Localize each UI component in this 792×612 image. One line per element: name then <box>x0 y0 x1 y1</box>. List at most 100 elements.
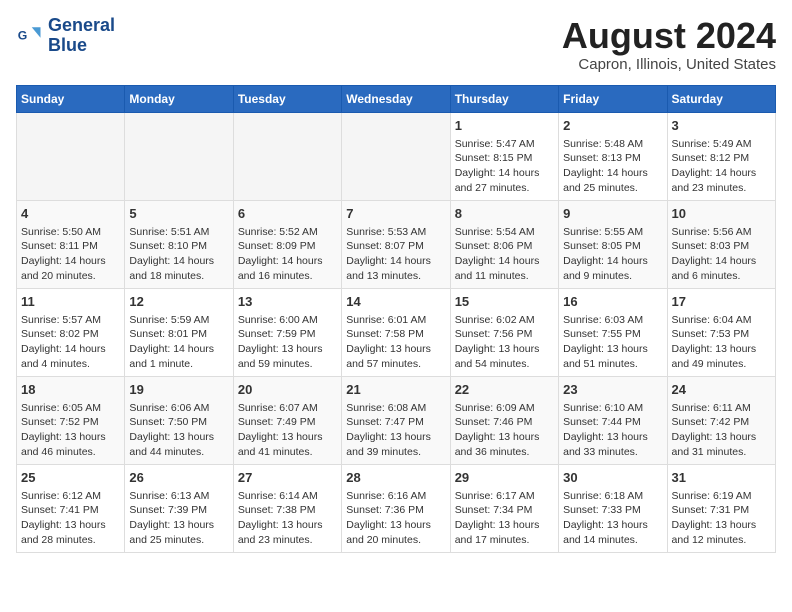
calendar-table: SundayMondayTuesdayWednesdayThursdayFrid… <box>16 85 776 553</box>
logo-line2: Blue <box>48 36 115 56</box>
day-number: 6 <box>238 205 337 223</box>
day-info: Sunrise: 6:01 AM Sunset: 7:58 PM Dayligh… <box>346 314 431 370</box>
calendar-cell: 31Sunrise: 6:19 AM Sunset: 7:31 PM Dayli… <box>667 464 775 552</box>
column-header-sunday: Sunday <box>17 85 125 112</box>
column-header-saturday: Saturday <box>667 85 775 112</box>
week-row-3: 11 Sunrise: 5:57 AM Sunset: 8:02 PM Dayli… <box>17 288 776 376</box>
day-number: 12 <box>129 293 228 311</box>
day-number: 2 <box>563 117 662 135</box>
day-number: 14 <box>346 293 445 311</box>
day-info: Sunrise: 6:12 AM Sunset: 7:41 PM Dayligh… <box>21 490 106 546</box>
day-info: Sunrise: 5:54 AM Sunset: 8:06 PM Dayligh… <box>455 226 540 282</box>
day-number: 5 <box>129 205 228 223</box>
calendar-cell: 17 Sunrise: 6:04 AM Sunset: 7:53 PM Dayli… <box>667 288 775 376</box>
day-number: 30 <box>563 469 662 487</box>
day-info: Sunrise: 6:03 AM Sunset: 7:55 PM Dayligh… <box>563 314 648 370</box>
column-header-tuesday: Tuesday <box>233 85 341 112</box>
calendar-cell <box>17 112 125 200</box>
day-info: Sunrise: 6:05 AM Sunset: 7:52 PM Dayligh… <box>21 402 106 458</box>
calendar-cell: 18 Sunrise: 6:05 AM Sunset: 7:52 PM Dayli… <box>17 376 125 464</box>
day-info: Sunrise: 6:04 AM Sunset: 7:53 PM Dayligh… <box>672 314 757 370</box>
day-info: Sunrise: 5:50 AM Sunset: 8:11 PM Dayligh… <box>21 226 106 282</box>
day-number: 21 <box>346 381 445 399</box>
calendar-cell: 15 Sunrise: 6:02 AM Sunset: 7:56 PM Dayli… <box>450 288 558 376</box>
calendar-cell <box>342 112 450 200</box>
calendar-cell: 23Sunrise: 6:10 AM Sunset: 7:44 PM Dayli… <box>559 376 667 464</box>
day-info: Sunrise: 6:02 AM Sunset: 7:56 PM Dayligh… <box>455 314 540 370</box>
day-info: Sunrise: 6:06 AM Sunset: 7:50 PM Dayligh… <box>129 402 214 458</box>
day-number: 4 <box>21 205 120 223</box>
day-info: Sunrise: 5:57 AM Sunset: 8:02 PM Dayligh… <box>21 314 106 370</box>
day-info: Sunrise: 6:00 AM Sunset: 7:59 PM Dayligh… <box>238 314 323 370</box>
calendar-cell: 20 Sunrise: 6:07 AM Sunset: 7:49 PM Dayli… <box>233 376 341 464</box>
calendar-cell: 24Sunrise: 6:11 AM Sunset: 7:42 PM Dayli… <box>667 376 775 464</box>
day-number: 27 <box>238 469 337 487</box>
day-number: 18 <box>21 381 120 399</box>
day-number: 24 <box>672 381 771 399</box>
day-number: 15 <box>455 293 554 311</box>
day-number: 7 <box>346 205 445 223</box>
day-number: 16 <box>563 293 662 311</box>
day-number: 26 <box>129 469 228 487</box>
day-number: 20 <box>238 381 337 399</box>
day-number: 11 <box>21 293 120 311</box>
week-row-5: 25 Sunrise: 6:12 AM Sunset: 7:41 PM Dayli… <box>17 464 776 552</box>
day-number: 25 <box>21 469 120 487</box>
day-info: Sunrise: 6:17 AM Sunset: 7:34 PM Dayligh… <box>455 490 540 546</box>
day-info: Sunrise: 6:19 AM Sunset: 7:31 PM Dayligh… <box>672 490 757 546</box>
day-info: Sunrise: 6:07 AM Sunset: 7:49 PM Dayligh… <box>238 402 323 458</box>
day-number: 29 <box>455 469 554 487</box>
day-number: 23 <box>563 381 662 399</box>
calendar-cell: 25 Sunrise: 6:12 AM Sunset: 7:41 PM Dayli… <box>17 464 125 552</box>
calendar-cell <box>125 112 233 200</box>
column-header-thursday: Thursday <box>450 85 558 112</box>
calendar-cell: 28Sunrise: 6:16 AM Sunset: 7:36 PM Dayli… <box>342 464 450 552</box>
calendar-cell: 8Sunrise: 5:54 AM Sunset: 8:06 PM Daylig… <box>450 200 558 288</box>
day-number: 10 <box>672 205 771 223</box>
svg-text:G: G <box>18 28 28 42</box>
day-number: 13 <box>238 293 337 311</box>
day-number: 17 <box>672 293 771 311</box>
subtitle: Capron, Illinois, United States <box>562 56 776 73</box>
calendar-cell: 1Sunrise: 5:47 AM Sunset: 8:15 PM Daylig… <box>450 112 558 200</box>
header: G General Blue August 2024 Capron, Illin… <box>16 16 776 73</box>
calendar-cell: 16 Sunrise: 6:03 AM Sunset: 7:55 PM Dayli… <box>559 288 667 376</box>
calendar-cell: 3 Sunrise: 5:49 AM Sunset: 8:12 PM Daylig… <box>667 112 775 200</box>
day-number: 19 <box>129 381 228 399</box>
day-info: Sunrise: 5:59 AM Sunset: 8:01 PM Dayligh… <box>129 314 214 370</box>
calendar-cell: 5Sunrise: 5:51 AM Sunset: 8:10 PM Daylig… <box>125 200 233 288</box>
day-number: 9 <box>563 205 662 223</box>
day-number: 28 <box>346 469 445 487</box>
calendar-cell: 14 Sunrise: 6:01 AM Sunset: 7:58 PM Dayli… <box>342 288 450 376</box>
day-info: Sunrise: 5:52 AM Sunset: 8:09 PM Dayligh… <box>238 226 323 282</box>
day-info: Sunrise: 5:53 AM Sunset: 8:07 PM Dayligh… <box>346 226 431 282</box>
calendar-cell: 6 Sunrise: 5:52 AM Sunset: 8:09 PM Daylig… <box>233 200 341 288</box>
day-info: Sunrise: 5:49 AM Sunset: 8:12 PM Dayligh… <box>672 138 757 194</box>
column-header-wednesday: Wednesday <box>342 85 450 112</box>
day-number: 22 <box>455 381 554 399</box>
main-title: August 2024 <box>562 16 776 56</box>
calendar-cell: 4 Sunrise: 5:50 AM Sunset: 8:11 PM Daylig… <box>17 200 125 288</box>
calendar-cell: 11 Sunrise: 5:57 AM Sunset: 8:02 PM Dayli… <box>17 288 125 376</box>
column-header-monday: Monday <box>125 85 233 112</box>
day-info: Sunrise: 6:18 AM Sunset: 7:33 PM Dayligh… <box>563 490 648 546</box>
week-row-4: 18 Sunrise: 6:05 AM Sunset: 7:52 PM Dayli… <box>17 376 776 464</box>
day-info: Sunrise: 5:48 AM Sunset: 8:13 PM Dayligh… <box>563 138 648 194</box>
calendar-cell: 30 Sunrise: 6:18 AM Sunset: 7:33 PM Dayli… <box>559 464 667 552</box>
calendar-cell: 7 Sunrise: 5:53 AM Sunset: 8:07 PM Daylig… <box>342 200 450 288</box>
calendar-cell: 29 Sunrise: 6:17 AM Sunset: 7:34 PM Dayli… <box>450 464 558 552</box>
calendar-cell: 22Sunrise: 6:09 AM Sunset: 7:46 PM Dayli… <box>450 376 558 464</box>
calendar-cell: 21 Sunrise: 6:08 AM Sunset: 7:47 PM Dayli… <box>342 376 450 464</box>
calendar-cell: 9 Sunrise: 5:55 AM Sunset: 8:05 PM Daylig… <box>559 200 667 288</box>
calendar-cell <box>233 112 341 200</box>
calendar-header-row: SundayMondayTuesdayWednesdayThursdayFrid… <box>17 85 776 112</box>
day-info: Sunrise: 6:08 AM Sunset: 7:47 PM Dayligh… <box>346 402 431 458</box>
column-header-friday: Friday <box>559 85 667 112</box>
logo-icon: G <box>16 22 44 50</box>
day-info: Sunrise: 6:14 AM Sunset: 7:38 PM Dayligh… <box>238 490 323 546</box>
title-area: August 2024 Capron, Illinois, United Sta… <box>562 16 776 73</box>
day-number: 3 <box>672 117 771 135</box>
logo: G General Blue <box>16 16 115 56</box>
day-info: Sunrise: 5:55 AM Sunset: 8:05 PM Dayligh… <box>563 226 648 282</box>
week-row-1: 1Sunrise: 5:47 AM Sunset: 8:15 PM Daylig… <box>17 112 776 200</box>
